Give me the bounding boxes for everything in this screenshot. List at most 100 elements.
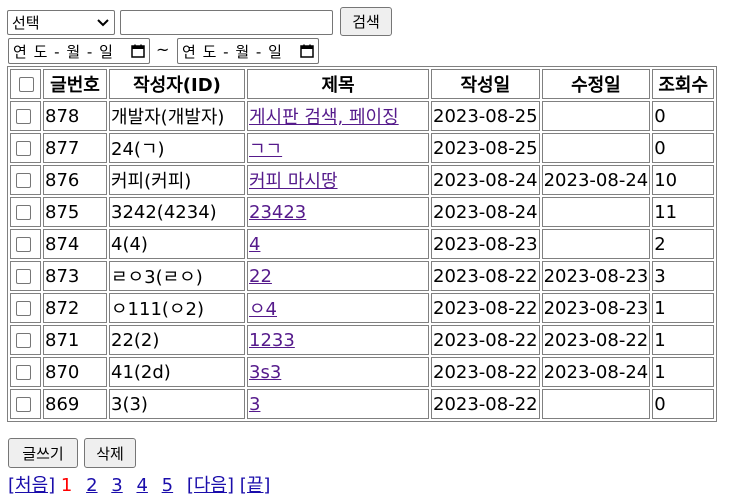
row-checkbox[interactable] (16, 141, 31, 156)
post-title-cell: 게시판 검색, 페이징 (247, 101, 429, 131)
post-title-cell: 1233 (247, 325, 429, 355)
post-author: ㄹㅇ3(ㄹㅇ) (109, 261, 245, 291)
row-select-cell (10, 261, 41, 291)
row-checkbox[interactable] (16, 333, 31, 348)
post-views: 1 (652, 325, 715, 355)
table-row: 869 3(3) 3 2023-08-22 0 (10, 389, 715, 419)
calendar-icon[interactable] (300, 44, 314, 58)
row-select-cell (10, 229, 41, 259)
table-row: 870 41(2d) 3s3 2023-08-22 2023-08-24 1 (10, 357, 715, 387)
post-author: 커피(커피) (109, 165, 245, 195)
select-all-cell (10, 69, 41, 99)
post-title-link[interactable]: 4 (249, 234, 260, 255)
post-title-cell: 3s3 (247, 357, 429, 387)
pagination-page-link[interactable]: 3 (111, 475, 122, 496)
row-select-cell (10, 165, 41, 195)
row-checkbox[interactable] (16, 205, 31, 220)
post-title-link[interactable]: ㄱㄱ (249, 139, 282, 160)
row-checkbox[interactable] (16, 397, 31, 412)
row-checkbox[interactable] (16, 269, 31, 284)
date-to-input[interactable]: 연 도 - 월 - 일 (177, 38, 319, 64)
row-select-cell (10, 293, 41, 323)
table-row: 874 4(4) 4 2023-08-23 2 (10, 229, 715, 259)
post-created-date: 2023-08-24 (431, 165, 540, 195)
post-author: 3242(4234) (109, 197, 245, 227)
post-modified-date: 2023-08-23 (541, 293, 651, 323)
table-row: 878 개발자(개발자) 게시판 검색, 페이징 2023-08-25 0 (10, 101, 715, 131)
post-number: 877 (43, 133, 107, 163)
post-views: 3 (652, 261, 715, 291)
post-number: 869 (43, 389, 107, 419)
search-field-select[interactable]: 선택 (7, 10, 115, 35)
pagination: [처음] 1 2 3 4 5 [다음] [끝] (8, 471, 270, 497)
post-author: 4(4) (109, 229, 245, 259)
post-title-link[interactable]: 1233 (249, 330, 295, 351)
post-number: 871 (43, 325, 107, 355)
post-title-link[interactable]: 23423 (249, 202, 306, 223)
calendar-icon[interactable] (131, 44, 145, 58)
row-checkbox[interactable] (16, 365, 31, 380)
post-number: 873 (43, 261, 107, 291)
post-created-date: 2023-08-24 (431, 197, 540, 227)
row-checkbox[interactable] (16, 109, 31, 124)
post-views: 2 (652, 229, 715, 259)
write-post-button[interactable]: 글쓰기 (8, 438, 78, 468)
post-title-link[interactable]: ㅇ4 (249, 299, 277, 320)
post-created-date: 2023-08-22 (431, 325, 540, 355)
search-button[interactable]: 검색 (340, 7, 392, 36)
post-author: 24(ㄱ) (109, 133, 245, 163)
date-from-placeholder: 연 도 - 월 - 일 (13, 42, 114, 61)
pagination-current-page: 1 (60, 475, 73, 496)
post-created-date: 2023-08-22 (431, 293, 540, 323)
post-created-date: 2023-08-23 (431, 229, 540, 259)
post-modified-date (541, 229, 651, 259)
row-select-cell (10, 197, 41, 227)
post-title-link[interactable]: 22 (249, 266, 272, 287)
pagination-first-link[interactable]: [처음] (8, 475, 55, 496)
post-created-date: 2023-08-25 (431, 101, 540, 131)
row-checkbox[interactable] (16, 173, 31, 188)
post-author: 22(2) (109, 325, 245, 355)
search-field-select-value: 선택 (12, 14, 40, 32)
search-input[interactable] (120, 10, 333, 35)
post-title-link[interactable]: 3 (249, 394, 260, 415)
post-views: 10 (652, 165, 715, 195)
post-title-link[interactable]: 3s3 (249, 362, 281, 383)
select-all-checkbox[interactable] (18, 77, 34, 92)
post-modified-date: 2023-08-23 (541, 261, 651, 291)
post-views: 11 (652, 197, 715, 227)
delete-button[interactable]: 삭제 (84, 438, 136, 468)
column-header-no: 글번호 (43, 69, 107, 99)
post-title-cell: 3 (247, 389, 429, 419)
table-header-row: 글번호 작성자(ID) 제목 작성일 수정일 조회수 (10, 69, 715, 99)
post-views: 0 (652, 389, 715, 419)
post-author: ㅇ111(ㅇ2) (109, 293, 245, 323)
column-header-modified: 수정일 (541, 69, 651, 99)
board-table: 글번호 작성자(ID) 제목 작성일 수정일 조회수 878 개발자(개발자) … (7, 66, 718, 422)
date-from-input[interactable]: 연 도 - 월 - 일 (8, 38, 150, 64)
table-row: 871 22(2) 1233 2023-08-22 2023-08-22 1 (10, 325, 715, 355)
pagination-page-link[interactable]: 4 (136, 475, 147, 496)
post-title-link[interactable]: 커피 마시땅 (249, 171, 338, 192)
row-checkbox[interactable] (16, 301, 31, 316)
post-title-link[interactable]: 게시판 검색, 페이징 (249, 107, 399, 128)
row-select-cell (10, 101, 41, 131)
post-title-cell: 4 (247, 229, 429, 259)
table-row: 875 3242(4234) 23423 2023-08-24 11 (10, 197, 715, 227)
post-title-cell: ㄱㄱ (247, 133, 429, 163)
pagination-page-link[interactable]: 5 (162, 475, 173, 496)
pagination-last-link[interactable]: [끝] (240, 475, 271, 496)
column-header-created: 작성일 (431, 69, 540, 99)
post-title-cell: 23423 (247, 197, 429, 227)
table-row: 877 24(ㄱ) ㄱㄱ 2023-08-25 0 (10, 133, 715, 163)
column-header-author: 작성자(ID) (109, 69, 245, 99)
pagination-next-link[interactable]: [다음] (187, 475, 234, 496)
pagination-page-link[interactable]: 2 (86, 475, 97, 496)
post-title-cell: 커피 마시땅 (247, 165, 429, 195)
column-header-views: 조회수 (652, 69, 715, 99)
post-created-date: 2023-08-22 (431, 261, 540, 291)
post-created-date: 2023-08-22 (431, 389, 540, 419)
post-modified-date (541, 101, 651, 131)
row-checkbox[interactable] (16, 237, 31, 252)
row-select-cell (10, 325, 41, 355)
